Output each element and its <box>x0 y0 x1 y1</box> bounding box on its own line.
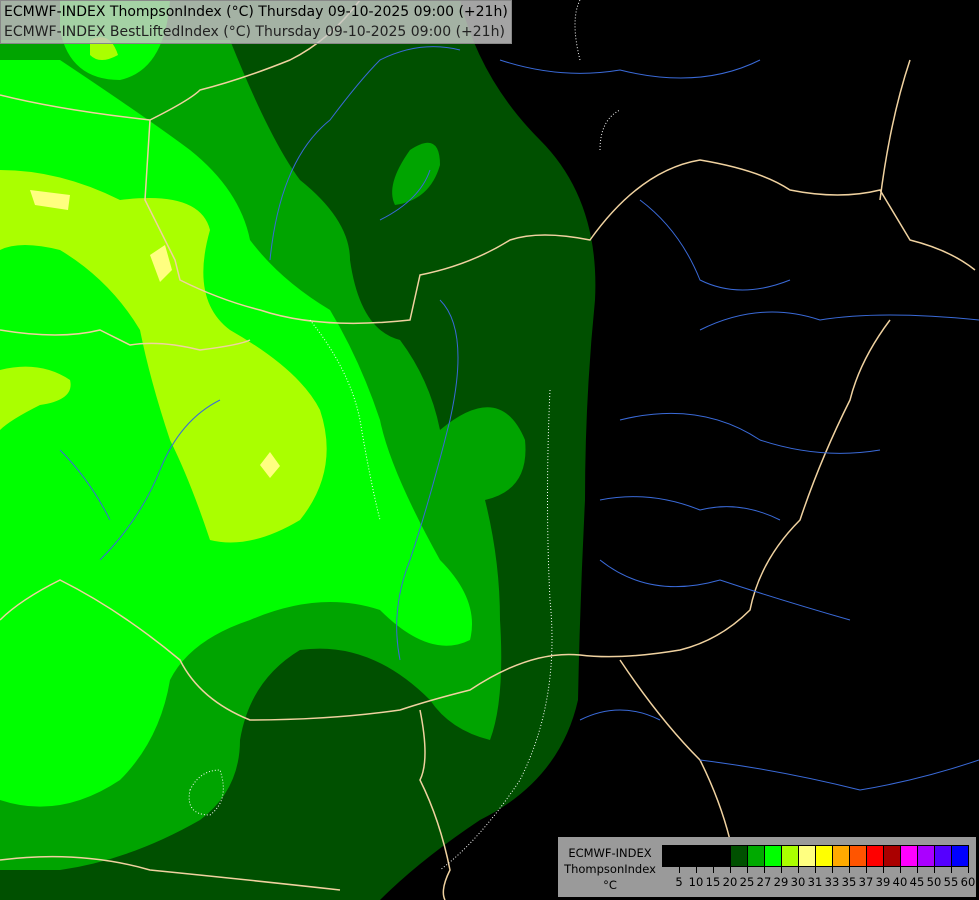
legend-tick-label: 60 <box>960 875 976 889</box>
legend-swatch <box>867 846 884 866</box>
legend-tick <box>730 867 731 873</box>
legend-tick <box>968 867 969 873</box>
legend-tick-label: 29 <box>773 875 789 889</box>
legend-tick <box>764 867 765 873</box>
legend-swatch <box>833 846 850 866</box>
legend-swatch <box>850 846 867 866</box>
legend-tick <box>696 867 697 873</box>
legend-tick <box>917 867 918 873</box>
legend-tick <box>900 867 901 873</box>
legend-colorbar <box>662 845 969 867</box>
legend-swatch <box>714 846 731 866</box>
legend-tick-label: 30 <box>790 875 806 889</box>
legend-swatch <box>935 846 952 866</box>
legend-tick <box>713 867 714 873</box>
legend-tick-label: 25 <box>739 875 755 889</box>
legend-swatch <box>765 846 782 866</box>
legend-ticks: 5 10 15 20 25 27 29 30 31 33 35 37 39 40 45 50 55 60 <box>662 867 979 891</box>
legend-swatch <box>952 846 968 866</box>
legend-swatch <box>782 846 799 866</box>
legend-tick-label: 10 <box>688 875 704 889</box>
legend-tick <box>883 867 884 873</box>
legend-tick <box>815 867 816 873</box>
legend-tick <box>781 867 782 873</box>
legend-tick-label: 50 <box>926 875 942 889</box>
map-title: ECMWF-INDEX ThompsonIndex (°C) Thursday … <box>0 0 512 44</box>
legend-tick-label: 35 <box>841 875 857 889</box>
title-best-lifted-index: ECMWF-INDEX BestLiftedIndex (°C) Thursda… <box>4 24 505 40</box>
legend-tick <box>866 867 867 873</box>
legend-swatch <box>680 846 697 866</box>
legend-swatch <box>748 846 765 866</box>
legend-tick-label: 55 <box>943 875 959 889</box>
color-legend: ECMWF-INDEX ThompsonIndex °C 5 10 15 20 25 27… <box>558 837 976 897</box>
legend-tick <box>934 867 935 873</box>
legend-tick-label: 39 <box>875 875 891 889</box>
legend-swatch <box>918 846 935 866</box>
legend-tick <box>798 867 799 873</box>
legend-tick-label: 20 <box>722 875 738 889</box>
legend-tick-label: 33 <box>824 875 840 889</box>
legend-swatch <box>799 846 816 866</box>
title-thompson-index: ECMWF-INDEX ThompsonIndex (°C) Thursday … <box>4 4 508 20</box>
legend-tick <box>747 867 748 873</box>
legend-parameter: ThompsonIndex <box>564 862 656 876</box>
weather-map <box>0 0 979 900</box>
legend-swatch <box>816 846 833 866</box>
legend-tick-label: 45 <box>909 875 925 889</box>
legend-tick-label: 37 <box>858 875 874 889</box>
legend-label: ECMWF-INDEX ThompsonIndex °C <box>558 845 662 893</box>
legend-tick-label: 40 <box>892 875 908 889</box>
legend-swatch <box>901 846 918 866</box>
legend-swatch <box>884 846 901 866</box>
legend-source: ECMWF-INDEX <box>568 846 652 860</box>
legend-tick-label: 27 <box>756 875 772 889</box>
legend-swatch <box>731 846 748 866</box>
legend-tick <box>849 867 850 873</box>
legend-tick-label: 5 <box>675 875 683 889</box>
legend-unit: °C <box>603 878 617 892</box>
legend-tick-label: 15 <box>705 875 721 889</box>
legend-swatch <box>663 846 680 866</box>
legend-tick <box>832 867 833 873</box>
legend-tick <box>951 867 952 873</box>
legend-swatch <box>697 846 714 866</box>
legend-tick-label: 31 <box>807 875 823 889</box>
legend-tick <box>679 867 680 873</box>
